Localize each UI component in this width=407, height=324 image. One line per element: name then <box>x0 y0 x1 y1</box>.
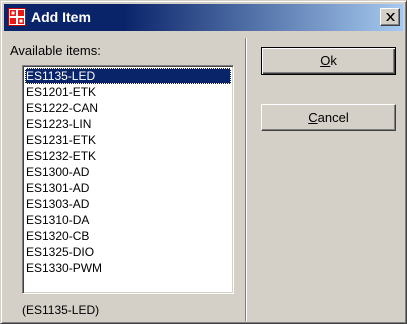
available-items-list[interactable]: ES1135-LED ES1201-ETK ES1222-CAN ES1223-LIN… <box>22 65 234 294</box>
list-item[interactable]: ES1135-LED <box>25 68 231 84</box>
list-item[interactable]: ES1222-CAN <box>25 100 231 116</box>
ok-mnemonic: O <box>320 53 331 68</box>
selection-status: (ES1135-LED) <box>22 303 100 317</box>
close-button[interactable] <box>380 8 400 26</box>
list-item[interactable]: ES1303-AD <box>25 196 231 212</box>
ok-button[interactable]: Ok <box>261 47 396 75</box>
list-item[interactable]: ES1231-ETK <box>25 132 231 148</box>
list-item[interactable]: ES1232-ETK <box>25 148 231 164</box>
ok-label-rest: k <box>330 53 337 68</box>
list-items-container: ES1135-LED ES1201-ETK ES1222-CAN ES1223-LIN… <box>25 68 231 291</box>
list-item[interactable]: ES1330-PWM <box>25 260 231 276</box>
list-item[interactable]: ES1223-LIN <box>25 116 231 132</box>
list-item[interactable]: ES1300-AD <box>25 164 231 180</box>
add-item-dialog: Add Item Available items: ES1135-LED ES12… <box>0 0 407 324</box>
available-items-label: Available items: <box>10 43 101 58</box>
pane-divider <box>245 38 247 321</box>
cancel-label-rest: ancel <box>317 110 349 125</box>
list-item[interactable]: ES1301-AD <box>25 180 231 196</box>
list-item[interactable]: ES1325-DIO <box>25 244 231 260</box>
dialog-title: Add Item <box>31 9 91 25</box>
cancel-mnemonic: C <box>308 110 318 125</box>
list-item[interactable]: ES1310-DA <box>25 212 231 228</box>
cancel-button[interactable]: Cancel <box>261 104 396 131</box>
close-icon <box>386 13 395 21</box>
list-item[interactable]: ES1201-ETK <box>25 84 231 100</box>
list-item[interactable]: ES1320-CB <box>25 228 231 244</box>
add-item-app-icon <box>8 8 26 26</box>
title-bar[interactable]: Add Item <box>4 4 403 31</box>
